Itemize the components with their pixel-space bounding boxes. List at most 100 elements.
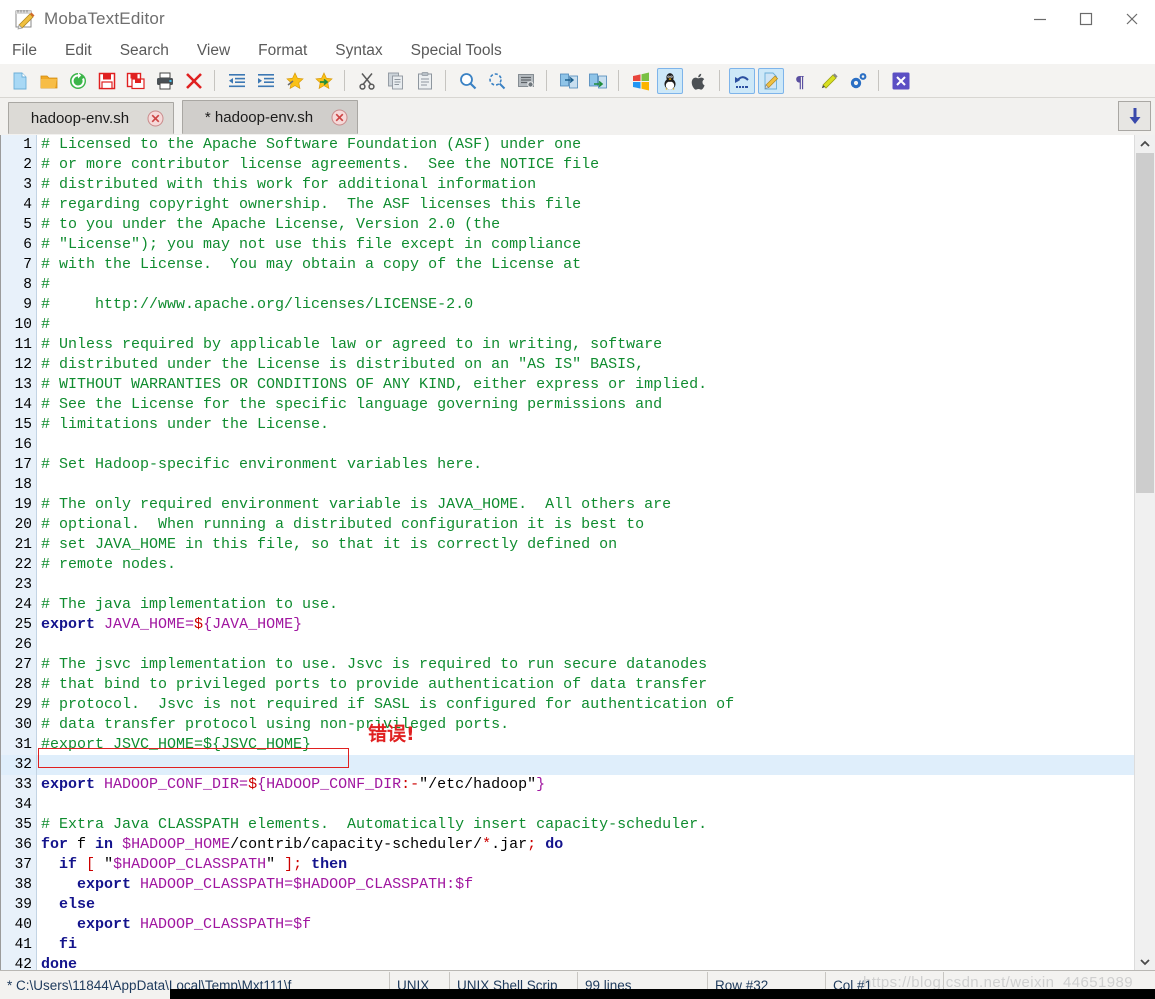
code-line[interactable]: 7 # with the License. You may obtain a co… <box>1 255 1135 275</box>
code-text[interactable]: # http://www.apache.org/licenses/LICENSE… <box>37 295 1135 315</box>
menu-file[interactable]: File <box>12 42 37 60</box>
new-file-icon[interactable] <box>7 68 33 94</box>
maximize-button[interactable] <box>1063 0 1109 38</box>
tab-hadoop-env-sh[interactable]: hadoop-env.sh <box>8 102 174 134</box>
find-magnifier-icon[interactable] <box>455 68 481 94</box>
menu-edit[interactable]: Edit <box>65 42 92 60</box>
code-text[interactable]: # Unless required by applicable law or a… <box>37 335 1135 355</box>
code-line[interactable]: 18 <box>1 475 1135 495</box>
code-text[interactable]: for f in $HADOOP_HOME/contrib/capacity-s… <box>37 835 1135 855</box>
paste-icon[interactable] <box>412 68 438 94</box>
menu-search[interactable]: Search <box>120 42 169 60</box>
code-line[interactable]: 3 # distributed with this work for additi… <box>1 175 1135 195</box>
code-line[interactable]: 23 <box>1 575 1135 595</box>
code-text[interactable]: else <box>37 895 1135 915</box>
apple-mac-icon[interactable] <box>686 68 712 94</box>
code-line[interactable]: 14 # See the License for the specific lan… <box>1 395 1135 415</box>
code-text[interactable]: # protocol. Jsvc is not required if SASL… <box>37 695 1135 715</box>
chevron-up-icon[interactable] <box>1135 135 1155 153</box>
code-line[interactable]: 31 #export JSVC_HOME=${JSVC_HOME} <box>1 735 1135 755</box>
scrollbar-thumb[interactable] <box>1136 153 1154 493</box>
code-line[interactable]: 22 # remote nodes. <box>1 555 1135 575</box>
code-line[interactable]: 32 <box>1 755 1135 775</box>
code-line[interactable]: 27 # The jsvc implementation to use. Jsvc… <box>1 655 1135 675</box>
code-line[interactable]: 16 <box>1 435 1135 455</box>
code-line[interactable]: 35 # Extra Java CLASSPATH elements. Autom… <box>1 815 1135 835</box>
code-text[interactable] <box>37 475 1135 495</box>
code-text[interactable]: # <box>37 315 1135 335</box>
code-line[interactable]: 38 export HADOOP_CLASSPATH=$HADOOP_CLASS… <box>1 875 1135 895</box>
code-text[interactable]: # <box>37 275 1135 295</box>
code-text[interactable]: # The jsvc implementation to use. Jsvc i… <box>37 655 1135 675</box>
bookmark-next-star-icon[interactable] <box>311 68 337 94</box>
code-text[interactable]: #export JSVC_HOME=${JSVC_HOME} <box>37 735 1135 755</box>
code-line[interactable]: 8 # <box>1 275 1135 295</box>
code-text[interactable] <box>37 575 1135 595</box>
tab-close-icon[interactable] <box>331 109 348 126</box>
code-text[interactable]: # Licensed to the Apache Software Founda… <box>37 135 1135 155</box>
code-text[interactable]: # See the License for the specific langu… <box>37 395 1135 415</box>
code-line[interactable]: 4 # regarding copyright ownership. The AS… <box>1 195 1135 215</box>
code-text[interactable]: export HADOOP_CLASSPATH=$HADOOP_CLASSPAT… <box>37 875 1135 895</box>
chevron-down-icon[interactable] <box>1135 953 1155 971</box>
code-line[interactable]: 9 # http://www.apache.org/licenses/LICENS… <box>1 295 1135 315</box>
replace-icon[interactable] <box>484 68 510 94</box>
settings-gear-icon[interactable] <box>845 68 871 94</box>
code-line[interactable]: 26 <box>1 635 1135 655</box>
code-line[interactable]: 29 # protocol. Jsvc is not required if SA… <box>1 695 1135 715</box>
cut-scissors-icon[interactable] <box>354 68 380 94</box>
code-text[interactable]: # that bind to privileged ports to provi… <box>37 675 1135 695</box>
code-line[interactable]: 40 export HADOOP_CLASSPATH=$f <box>1 915 1135 935</box>
pilcrow-icon[interactable]: ¶ <box>787 68 813 94</box>
code-text[interactable]: # regarding copyright ownership. The ASF… <box>37 195 1135 215</box>
code-line[interactable]: 34 <box>1 795 1135 815</box>
code-text[interactable]: # Extra Java CLASSPATH elements. Automat… <box>37 815 1135 835</box>
code-text[interactable]: # optional. When running a distributed c… <box>37 515 1135 535</box>
menu-special-tools[interactable]: Special Tools <box>411 42 502 60</box>
save-as-icon[interactable] <box>123 68 149 94</box>
code-lines[interactable]: 1 # Licensed to the Apache Software Found… <box>1 135 1135 971</box>
minimize-button[interactable] <box>1017 0 1063 38</box>
reload-icon[interactable] <box>65 68 91 94</box>
code-text[interactable]: done <box>37 955 1135 971</box>
code-line[interactable]: 19 # The only required environment variab… <box>1 495 1135 515</box>
code-text[interactable]: export JAVA_HOME=${JAVA_HOME} <box>37 615 1135 635</box>
menu-syntax[interactable]: Syntax <box>335 42 382 60</box>
menu-view[interactable]: View <box>197 42 230 60</box>
code-text[interactable] <box>37 755 1135 775</box>
code-line[interactable]: 2 # or more contributor license agreement… <box>1 155 1135 175</box>
code-text[interactable]: export HADOOP_CONF_DIR=${HADOOP_CONF_DIR… <box>37 775 1135 795</box>
tab-hadoop-env-sh-modified[interactable]: * hadoop-env.sh <box>182 100 358 134</box>
highlighter-pen-icon[interactable] <box>816 68 842 94</box>
code-line[interactable]: 30 # data transfer protocol using non-pri… <box>1 715 1135 735</box>
code-text[interactable]: # data transfer protocol using non-privi… <box>37 715 1135 735</box>
outdent-icon[interactable] <box>224 68 250 94</box>
linux-penguin-icon[interactable] <box>657 67 683 94</box>
indent-icon[interactable] <box>253 68 279 94</box>
code-text[interactable]: # The java implementation to use. <box>37 595 1135 615</box>
bookmark-star-icon[interactable] <box>282 68 308 94</box>
code-text[interactable]: # "License"); you may not use this file … <box>37 235 1135 255</box>
code-editor[interactable]: 1 # Licensed to the Apache Software Found… <box>0 135 1135 971</box>
code-text[interactable]: export HADOOP_CLASSPATH=$f <box>37 915 1135 935</box>
code-line[interactable]: 21 # set JAVA_HOME in this file, so that … <box>1 535 1135 555</box>
code-line[interactable]: 6 # "License"); you may not use this file… <box>1 235 1135 255</box>
code-text[interactable]: if [ "$HADOOP_CLASSPATH" ]; then <box>37 855 1135 875</box>
download-arrow-icon[interactable] <box>1118 101 1151 131</box>
code-line[interactable]: 1 # Licensed to the Apache Software Found… <box>1 135 1135 155</box>
code-text[interactable]: # limitations under the License. <box>37 415 1135 435</box>
code-text[interactable]: # The only required environment variable… <box>37 495 1135 515</box>
menu-format[interactable]: Format <box>258 42 307 60</box>
code-text[interactable]: # distributed under the License is distr… <box>37 355 1135 375</box>
windows-format-icon[interactable] <box>628 68 654 94</box>
code-line[interactable]: 13 # WITHOUT WARRANTIES OR CONDITIONS OF … <box>1 375 1135 395</box>
open-folder-icon[interactable] <box>36 68 62 94</box>
print-icon[interactable] <box>152 68 178 94</box>
code-text[interactable]: # remote nodes. <box>37 555 1135 575</box>
code-text[interactable]: # distributed with this work for additio… <box>37 175 1135 195</box>
code-text[interactable]: # set JAVA_HOME in this file, so that it… <box>37 535 1135 555</box>
close-button[interactable] <box>1109 0 1155 38</box>
copy-icon[interactable] <box>383 68 409 94</box>
save-icon[interactable] <box>94 68 120 94</box>
tab-close-icon[interactable] <box>147 110 164 127</box>
